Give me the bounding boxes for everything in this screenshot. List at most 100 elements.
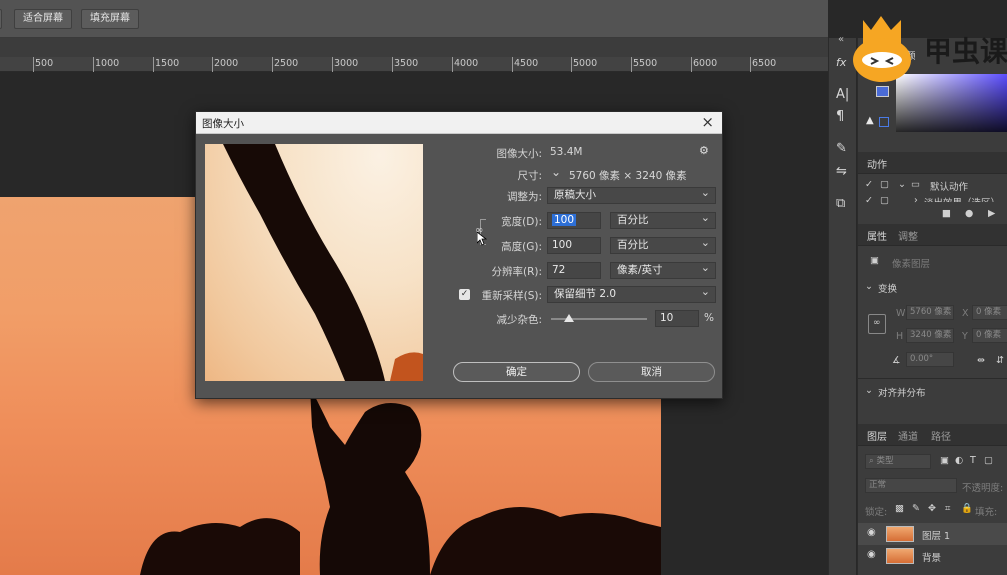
link-dimensions-button[interactable]: ∞	[868, 314, 886, 334]
ruler-label: 1000	[95, 58, 120, 69]
tab-adjustments[interactable]: 调整	[898, 228, 918, 243]
tab-properties[interactable]: 属性	[867, 228, 887, 243]
layer-kind-filter[interactable]: ⌕ 类型	[865, 454, 931, 469]
layer-name[interactable]: 图层 1	[922, 528, 950, 542]
y-field[interactable]: 0 像素	[972, 328, 1007, 343]
paragraph-icon[interactable]: ¶	[836, 109, 844, 124]
layer-thumbnail	[886, 526, 914, 542]
flip-horizontal-icon[interactable]: ⇹	[977, 355, 985, 366]
options-bar: 适合屏幕 填充屏幕	[0, 0, 828, 38]
eye-icon[interactable]: ◉	[867, 549, 876, 560]
record-icon[interactable]: ●	[965, 208, 973, 219]
dimensions-value: 5760 像素 × 3240 像素	[569, 170, 687, 182]
resample-select[interactable]: 保留细节 2.0	[547, 284, 716, 303]
document-tab-strip	[0, 38, 828, 57]
resample-label: 重新采样(S):	[481, 290, 542, 302]
width-input[interactable]: 100	[547, 212, 601, 229]
filter-pixel-icon[interactable]: ▣	[940, 455, 949, 466]
chevron-down-icon[interactable]: ⌄	[865, 385, 873, 396]
dialog-toggle-icon[interactable]: ▢	[880, 195, 889, 206]
flip-vertical-icon[interactable]: ⇵	[996, 355, 1004, 366]
ruler-label: 2500	[274, 58, 299, 69]
filter-text-icon[interactable]: T	[970, 455, 976, 466]
sliders-icon[interactable]: ⇋	[836, 164, 847, 179]
dialog-toggle-icon[interactable]: ▢	[880, 179, 889, 190]
lock-artboard-icon[interactable]: ⌗	[945, 503, 950, 514]
ok-button[interactable]: 确定	[453, 362, 580, 382]
layer-row[interactable]: ◉ 背景	[858, 545, 1007, 567]
text-icon[interactable]: A|	[836, 87, 849, 102]
width-unit-select[interactable]: 百分比	[610, 210, 716, 229]
check-icon[interactable]: ✓	[865, 195, 873, 206]
reduce-noise-input[interactable]: 10	[655, 310, 699, 327]
fx-icon[interactable]: fx	[836, 56, 846, 69]
play-icon[interactable]: ▶	[988, 208, 995, 219]
chevron-right-icon[interactable]: ›	[914, 195, 918, 206]
layers-panel-header: 图层 通道 路径	[858, 424, 1007, 446]
cancel-button[interactable]: 取消	[588, 362, 715, 382]
layer-thumbnail	[886, 548, 914, 564]
ruler-label: 2000	[214, 58, 239, 69]
close-icon[interactable]: ×	[701, 113, 714, 131]
lock-label: 锁定:	[865, 507, 888, 518]
height-input[interactable]: 100	[547, 237, 601, 254]
h-label: H	[896, 331, 904, 342]
dimensions-label: 尺寸:	[517, 170, 542, 182]
chevron-down-icon[interactable]: ⌄	[551, 165, 561, 179]
image-size-label: 图像大小:	[496, 148, 542, 160]
stop-icon[interactable]: ■	[942, 208, 951, 219]
layer-name[interactable]: 背景	[922, 550, 941, 564]
w-label: W	[896, 308, 906, 319]
actions-tab[interactable]: 动作	[867, 156, 887, 171]
image-preview[interactable]	[205, 144, 423, 381]
reduce-noise-slider-thumb[interactable]	[564, 314, 575, 322]
tab-paths[interactable]: 路径	[931, 428, 951, 443]
gear-icon[interactable]: ⚙	[699, 144, 709, 157]
clone-source-icon[interactable]: ⧉	[836, 196, 845, 211]
lock-all-icon[interactable]: 🔒	[961, 503, 973, 514]
transform-section-title: 变换	[878, 284, 898, 295]
panel-icon-strip: « fx A| ¶ ✎ ⇋ ⧉	[828, 34, 856, 575]
web-safe-swatch[interactable]	[879, 117, 889, 127]
gamut-warning-icon[interactable]: ▲	[866, 115, 874, 126]
dialog-title-bar[interactable]: 图像大小 ×	[196, 112, 722, 134]
width-label: 宽度(D):	[501, 216, 542, 228]
preview-silhouette	[223, 144, 423, 381]
layer-row[interactable]: ◉ 图层 1	[858, 523, 1007, 545]
h-field[interactable]: 3240 像素	[906, 328, 954, 343]
tab-channels[interactable]: 通道	[898, 428, 918, 443]
x-field[interactable]: 0 像素	[972, 305, 1007, 320]
angle-field[interactable]: 0.00°	[906, 352, 954, 367]
resolution-label: 分辨率(R):	[491, 266, 542, 278]
lock-transparent-icon[interactable]: ▩	[895, 503, 904, 514]
height-unit-select[interactable]: 百分比	[610, 235, 716, 254]
chevron-down-icon[interactable]: ⌄	[898, 179, 906, 190]
folder-icon: ▭	[911, 179, 920, 190]
eye-icon[interactable]: ◉	[867, 527, 876, 538]
tab-layers[interactable]: 图层	[867, 428, 887, 443]
resolution-unit-select[interactable]: 像素/英寸	[610, 260, 716, 279]
lock-position-icon[interactable]: ✥	[928, 503, 936, 514]
filter-shape-icon[interactable]: ▢	[984, 455, 993, 466]
action-set-default[interactable]: 默认动作	[930, 179, 968, 193]
brush-icon[interactable]: ✎	[836, 141, 847, 156]
resolution-input[interactable]: 72	[547, 262, 601, 279]
options-button-partial[interactable]	[0, 9, 2, 29]
brand-logo-text: 甲虫课堂	[924, 35, 1007, 68]
lock-paint-icon[interactable]: ✎	[912, 503, 920, 514]
ruler-label: 4500	[514, 58, 539, 69]
image-size-value: 53.4M	[550, 146, 583, 158]
ruler-label: 500	[35, 58, 54, 69]
chevron-down-icon[interactable]: ⌄	[865, 281, 873, 292]
ruler-label: 6000	[693, 58, 718, 69]
check-icon[interactable]: ✓	[865, 179, 873, 190]
filter-adjust-icon[interactable]: ◐	[955, 455, 963, 466]
fill-screen-button[interactable]: 填充屏幕	[81, 9, 139, 29]
blend-mode-select[interactable]: 正常	[865, 478, 957, 493]
fit-screen-button[interactable]: 适合屏幕	[14, 9, 72, 29]
collapse-icon[interactable]: «	[838, 34, 844, 45]
action-fade-selection[interactable]: 淡出效果（选区）	[924, 195, 1000, 202]
fit-to-select[interactable]: 原稿大小	[547, 185, 716, 204]
w-field[interactable]: 5760 像素	[906, 305, 954, 320]
ruler-label: 4000	[454, 58, 479, 69]
